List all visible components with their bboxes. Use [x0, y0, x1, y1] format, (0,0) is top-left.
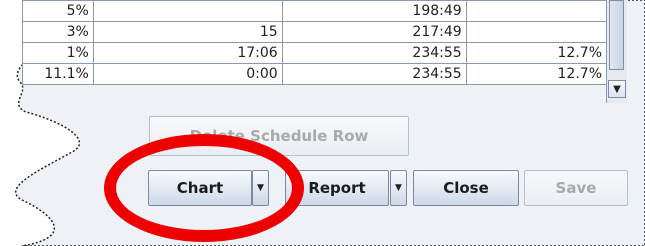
table-cell[interactable]: 17:06	[92, 42, 283, 64]
table-row[interactable]: 1% 17:06 234:55 12.7%	[22, 42, 607, 64]
table-cell[interactable]	[92, 0, 283, 22]
table-cell[interactable]: 12.7%	[465, 63, 607, 85]
scrollbar-thumb[interactable]	[609, 0, 624, 70]
close-button[interactable]: Close	[413, 170, 519, 206]
delete-schedule-row-button[interactable]: Delete Schedule Row	[149, 116, 409, 156]
schedule-grid: 5% 198:49 3% 15 217:49 1% 17:06 234:55 1…	[22, 0, 607, 85]
report-dropdown-arrow-icon[interactable]: ▼	[390, 170, 407, 206]
report-button[interactable]: Report	[285, 170, 389, 206]
save-button[interactable]: Save	[524, 170, 628, 206]
table-row[interactable]: 11.1% 0:00 234:55 12.7%	[22, 63, 607, 85]
table-cell[interactable]: 3%	[22, 21, 94, 43]
table-cell[interactable]: 198:49	[281, 0, 467, 22]
chart-dropdown-arrow-icon[interactable]: ▼	[252, 170, 269, 206]
table-cell[interactable]: 234:55	[281, 63, 467, 85]
table-cell[interactable]: 234:55	[281, 42, 467, 64]
table-row[interactable]: 5% 198:49	[22, 0, 607, 22]
table-cell[interactable]	[465, 0, 607, 22]
chart-button[interactable]: Chart	[148, 170, 252, 206]
scroll-down-arrow-icon[interactable]: ▼	[608, 80, 626, 98]
table-cell[interactable]: 1%	[22, 42, 94, 64]
table-cell[interactable]: 5%	[22, 0, 94, 22]
table-cell[interactable]: 12.7%	[465, 42, 607, 64]
schedule-table: 5% 198:49 3% 15 217:49 1% 17:06 234:55 1…	[22, 0, 607, 103]
table-vertical-scrollbar[interactable]: ▼	[606, 0, 627, 103]
table-cell[interactable]: 217:49	[281, 21, 467, 43]
table-cell[interactable]: 15	[92, 21, 283, 43]
table-row[interactable]: 3% 15 217:49	[22, 21, 607, 43]
table-cell[interactable]	[465, 21, 607, 43]
table-cell[interactable]: 11.1%	[22, 63, 94, 85]
table-cell[interactable]: 0:00	[92, 63, 283, 85]
